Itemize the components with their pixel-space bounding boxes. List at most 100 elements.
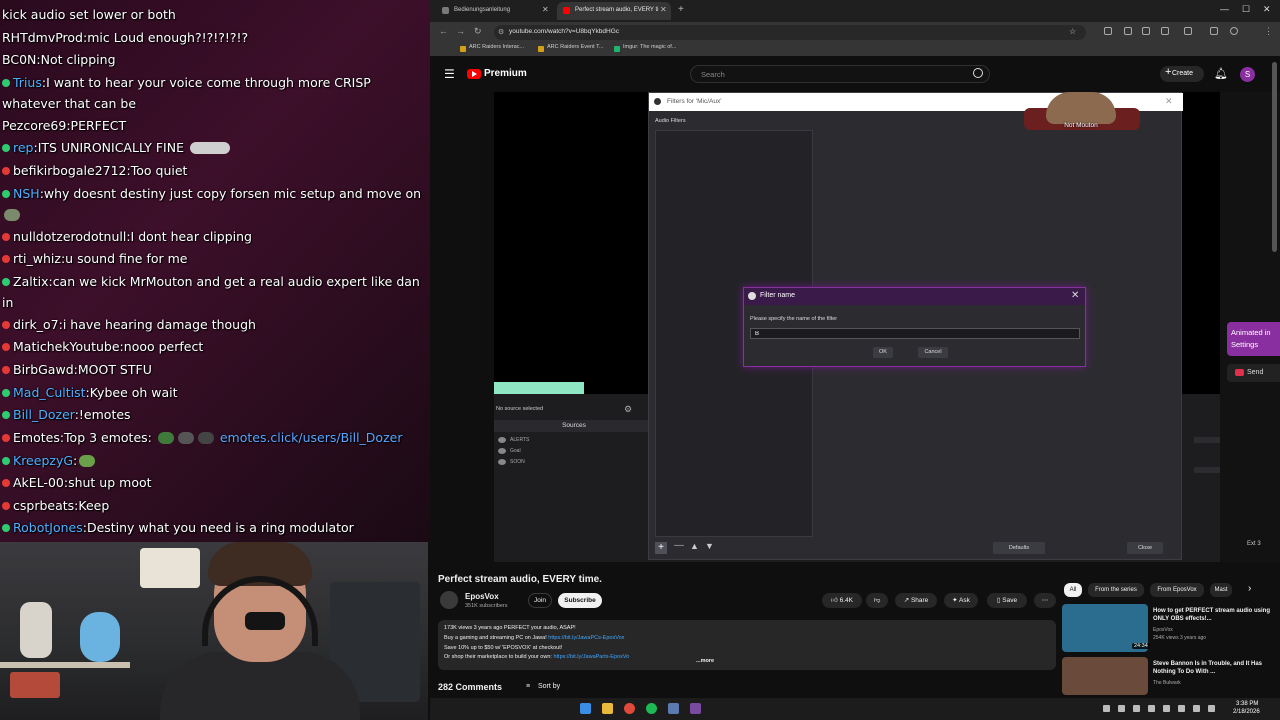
youtube-logo-icon[interactable] bbox=[467, 69, 481, 79]
subscribe-button[interactable]: Subscribe bbox=[558, 593, 602, 608]
sort-comments-button[interactable]: ≡ Sort by bbox=[526, 683, 560, 690]
move-down-icon[interactable]: ▼ bbox=[705, 541, 714, 551]
spotify-icon[interactable] bbox=[646, 703, 657, 714]
related-video-channel[interactable]: The Bulwark bbox=[1153, 680, 1181, 687]
reload-icon[interactable]: ↻ bbox=[474, 26, 482, 37]
chevron-right-icon[interactable]: › bbox=[1248, 583, 1251, 594]
chip-from-series[interactable]: From the series bbox=[1088, 583, 1144, 597]
channel-name[interactable]: EposVox bbox=[465, 592, 499, 601]
extension-icon[interactable] bbox=[1142, 27, 1150, 35]
notifications-bell-icon[interactable]: 🔔︎ bbox=[1214, 67, 1228, 80]
chat-link[interactable]: emotes.click/users/Bill_Dozer bbox=[220, 430, 403, 445]
tray-icon[interactable] bbox=[1133, 705, 1140, 712]
gear-icon[interactable]: ⚙ bbox=[624, 404, 632, 415]
address-bar[interactable]: ⚙ youtube.com/watch?v=U8bqYkbdHGc ☆ bbox=[494, 25, 1086, 40]
video-description[interactable]: 173K views 3 years ago PERFECT your audi… bbox=[438, 620, 1056, 670]
tray-icon[interactable] bbox=[1178, 705, 1185, 712]
animated-label: Animated in Settings bbox=[1231, 328, 1271, 349]
remove-filter-button[interactable]: — bbox=[674, 540, 684, 551]
search-icon[interactable] bbox=[973, 68, 983, 78]
cancel-button[interactable]: Cancel bbox=[918, 347, 948, 358]
account-avatar[interactable]: S bbox=[1240, 67, 1255, 82]
source-item[interactable]: SOON bbox=[498, 459, 525, 465]
show-more-link[interactable]: ...more bbox=[696, 658, 714, 664]
tab-youtube-video[interactable]: Perfect stream audio, EVERY ti bbox=[557, 2, 671, 20]
tab-close-icon[interactable]: ✕ bbox=[542, 5, 549, 14]
defaults-button[interactable]: Defaults bbox=[993, 542, 1045, 554]
save-button[interactable]: ▯ Save bbox=[987, 593, 1027, 608]
bookmark-star-icon[interactable]: ☆ bbox=[1069, 27, 1076, 36]
tray-icon[interactable] bbox=[1103, 705, 1110, 712]
animated-settings-chip[interactable]: Animated in Settings bbox=[1227, 322, 1280, 356]
back-icon[interactable]: ← bbox=[439, 26, 448, 36]
close-window-icon[interactable]: ✕ bbox=[1263, 4, 1271, 15]
bookmark-item[interactable]: ARC Raiders Event T... bbox=[538, 44, 603, 52]
site-info-icon[interactable]: ⚙ bbox=[498, 28, 504, 36]
ask-button[interactable]: ✦ Ask bbox=[944, 593, 978, 608]
channel-avatar[interactable] bbox=[440, 591, 458, 609]
dialog-titlebar[interactable]: Filter name ✕ bbox=[744, 288, 1085, 305]
close-icon[interactable]: ✕ bbox=[1071, 290, 1079, 301]
extension-icon[interactable] bbox=[1124, 27, 1132, 35]
steam-icon[interactable] bbox=[668, 703, 679, 714]
tray-icon[interactable] bbox=[1118, 705, 1125, 712]
more-actions-button[interactable]: ⋯ bbox=[1034, 593, 1056, 608]
dislike-button[interactable]: 👎︎ bbox=[866, 593, 888, 608]
mixer-row bbox=[1194, 437, 1220, 443]
minimize-icon[interactable]: — bbox=[1220, 4, 1229, 14]
related-video-title[interactable]: How to get PERFECT stream audio using ON… bbox=[1153, 607, 1275, 623]
source-item[interactable]: Goal bbox=[498, 448, 521, 454]
like-button[interactable]: 👍︎ 6.4K bbox=[822, 593, 862, 608]
close-icon[interactable]: ✕ bbox=[1165, 96, 1173, 107]
visibility-eye-icon[interactable] bbox=[498, 448, 506, 454]
share-button[interactable]: ↗ Share bbox=[895, 593, 937, 608]
description-link[interactable]: https://bit.ly/JawaPCs-EposVox bbox=[548, 635, 624, 641]
close-button[interactable]: Close bbox=[1127, 542, 1163, 554]
add-filter-button[interactable]: + bbox=[655, 542, 667, 554]
tray-icon[interactable] bbox=[1148, 705, 1155, 712]
chrome-icon[interactable] bbox=[624, 703, 635, 714]
related-video-thumbnail[interactable] bbox=[1062, 657, 1148, 695]
clock-date[interactable]: 2/18/2026 bbox=[1233, 709, 1260, 715]
clock-time[interactable]: 3:38 PM bbox=[1236, 701, 1258, 707]
download-icon[interactable] bbox=[1210, 27, 1218, 35]
profile-icon[interactable] bbox=[1230, 27, 1238, 35]
visibility-eye-icon[interactable] bbox=[498, 437, 506, 443]
chip-more[interactable]: Mast bbox=[1210, 583, 1232, 597]
forward-icon[interactable]: → bbox=[456, 26, 465, 36]
chip-all[interactable]: All bbox=[1064, 583, 1082, 597]
hamburger-menu-icon[interactable]: ☰ bbox=[444, 67, 455, 81]
bookmark-item[interactable]: Imgur: The magic of... bbox=[614, 44, 676, 52]
extension-icon[interactable] bbox=[1161, 27, 1169, 35]
search-input[interactable]: Search bbox=[690, 65, 990, 83]
tab-close-icon[interactable]: ✕ bbox=[660, 5, 667, 14]
bookmark-item[interactable]: ARC Raiders Interac... bbox=[460, 44, 524, 52]
new-tab-button[interactable]: + bbox=[678, 4, 684, 15]
visibility-eye-icon[interactable] bbox=[498, 459, 506, 465]
lamp bbox=[140, 548, 200, 588]
wifi-icon[interactable] bbox=[1193, 705, 1200, 712]
description-link[interactable]: https://bit.ly/JawaParts-EposVo bbox=[553, 654, 629, 660]
page-scrollbar[interactable] bbox=[1272, 62, 1277, 252]
join-button[interactable]: Join bbox=[528, 593, 552, 608]
sidebar-icon[interactable] bbox=[1184, 27, 1192, 35]
related-video-channel[interactable]: EposVox bbox=[1153, 627, 1173, 634]
chip-from-eposvox[interactable]: From EposVox bbox=[1150, 583, 1204, 597]
ok-button[interactable]: OK bbox=[873, 347, 893, 358]
related-video-title[interactable]: Steve Bannon Is in Trouble, and It Has N… bbox=[1153, 660, 1275, 676]
move-up-icon[interactable]: ▲ bbox=[690, 541, 699, 551]
maximize-icon[interactable]: ☐ bbox=[1242, 4, 1250, 15]
app-icon[interactable] bbox=[690, 703, 701, 714]
video-player[interactable]: No source selected ⚙ Sources ALERTS Goal… bbox=[494, 92, 1220, 562]
source-item[interactable]: ALERTS bbox=[498, 437, 529, 443]
start-menu-icon[interactable] bbox=[580, 703, 591, 714]
chat-text: Keep bbox=[78, 498, 110, 513]
filter-name-input[interactable] bbox=[750, 328, 1080, 339]
file-explorer-icon[interactable] bbox=[602, 703, 613, 714]
menu-dots-icon[interactable]: ⋮ bbox=[1264, 26, 1273, 37]
youtube-premium-brand[interactable]: Premium bbox=[484, 68, 527, 79]
volume-icon[interactable] bbox=[1208, 705, 1215, 712]
extension-icon[interactable] bbox=[1104, 27, 1112, 35]
tab-bedienungsanleitung[interactable]: Bedienungsanleitung bbox=[436, 2, 554, 20]
tray-icon[interactable] bbox=[1163, 705, 1170, 712]
